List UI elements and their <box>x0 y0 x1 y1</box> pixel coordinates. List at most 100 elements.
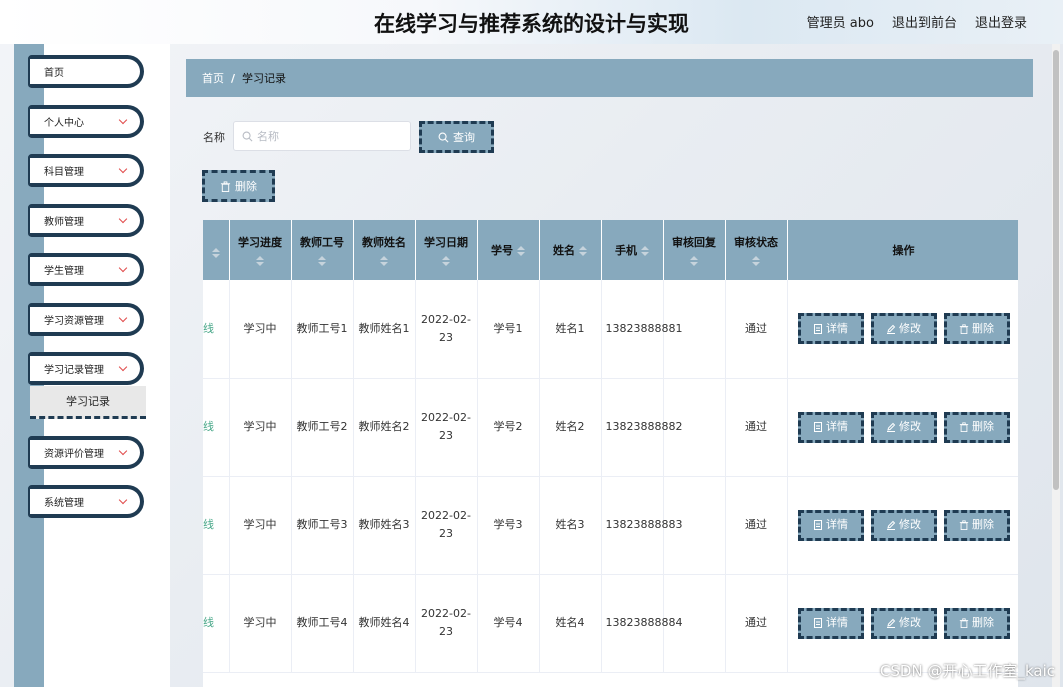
student-no-cell: 学号4 <box>477 574 540 673</box>
sort-icon[interactable] <box>517 246 525 256</box>
search-icon <box>438 132 449 143</box>
sidebar-item-teacher-management[interactable]: 教师管理 <box>28 204 144 237</box>
delete-button[interactable]: 删除 <box>943 411 1010 443</box>
progress-cell: 学习中 <box>229 476 292 575</box>
column-header-name[interactable]: 姓名 <box>539 220 602 280</box>
edit-button[interactable]: 修改 <box>870 607 937 639</box>
batch-delete-button[interactable]: 删除 <box>202 170 275 202</box>
name-cell: 姓名3 <box>539 476 602 575</box>
sidebar-item-student-management[interactable]: 学生管理 <box>28 253 144 286</box>
date-cell: 2022-02-23 <box>415 280 478 379</box>
pencil-icon <box>886 520 896 530</box>
column-header-truncated[interactable] <box>203 220 230 280</box>
edit-button[interactable]: 修改 <box>870 411 937 443</box>
pencil-icon <box>886 324 896 334</box>
teacher-id-cell: 教师工号1 <box>291 280 354 379</box>
sort-icon[interactable] <box>579 246 587 256</box>
breadcrumb-home[interactable]: 首页 <box>202 70 224 86</box>
column-header-teacher-name[interactable]: 教师姓名 <box>353 220 416 280</box>
sort-icon[interactable] <box>256 256 264 266</box>
search-field[interactable] <box>233 121 411 151</box>
edit-button[interactable]: 修改 <box>870 509 937 541</box>
teacher-name-cell: 教师姓名3 <box>353 476 416 575</box>
sort-icon[interactable] <box>690 256 698 266</box>
column-header-reply[interactable]: 审核回复 <box>663 220 726 280</box>
sidebar-item-home[interactable]: 首页 <box>28 55 144 88</box>
sidebar-item-label: 学习记录管理 <box>44 365 104 376</box>
column-header-teacher-id[interactable]: 教师工号 <box>291 220 354 280</box>
delete-button[interactable]: 删除 <box>943 509 1010 541</box>
truncated-cell[interactable]: 线 <box>203 378 230 477</box>
truncated-cell[interactable]: 线 <box>203 574 230 673</box>
date-cell: 2022-02-23 <box>415 476 478 575</box>
date-cell: 2022-02-23 <box>415 378 478 477</box>
column-header-student-no[interactable]: 学号 <box>477 220 540 280</box>
table-row: 线学习中 教师工号2 教师姓名2 2022-02-23 学号2 姓名2 1382388888… <box>203 378 1018 477</box>
query-button-label: 查询 <box>453 131 475 144</box>
sidebar-item-study-record-management[interactable]: 学习记录管理 <box>28 352 144 385</box>
detail-button[interactable]: 详情 <box>797 313 864 345</box>
table-row: 线学习中 教师工号1 教师姓名1 2022-02-23 学号1 姓名1 1382388888… <box>203 280 1018 379</box>
student-no-cell: 学号2 <box>477 378 540 477</box>
sidebar-item-personal-center[interactable]: 个人中心 <box>28 105 144 138</box>
query-button[interactable]: 查询 <box>419 121 494 153</box>
actions-cell: 详情 修改 删除 <box>787 574 1018 673</box>
column-header-progress[interactable]: 学习进度 <box>229 220 292 280</box>
actions-cell: 详情 修改 删除 <box>787 476 1018 575</box>
sidebar-item-subject-management[interactable]: 科目管理 <box>28 154 144 187</box>
sort-icon[interactable] <box>752 256 760 266</box>
teacher-id-cell: 教师工号4 <box>291 574 354 673</box>
sort-icon[interactable] <box>442 256 450 266</box>
column-header-phone[interactable]: 手机 <box>601 220 664 280</box>
sidebar-item-label: 个人中心 <box>44 118 84 129</box>
phone-cell: 13823888882 <box>601 378 682 477</box>
scrollbar-thumb[interactable] <box>1053 50 1059 490</box>
sort-icon[interactable] <box>380 256 388 266</box>
sidebar-item-system-management[interactable]: 系统管理 <box>28 485 144 518</box>
delete-button[interactable]: 删除 <box>943 607 1010 639</box>
admin-label[interactable]: 管理员 abo <box>807 12 874 31</box>
detail-button[interactable]: 详情 <box>797 607 864 639</box>
logout-link[interactable]: 退出登录 <box>975 12 1027 31</box>
sort-icon[interactable] <box>641 246 649 256</box>
column-header-actions: 操作 <box>787 220 1018 280</box>
search-label: 名称 <box>203 131 225 144</box>
column-header-status[interactable]: 审核状态 <box>725 220 788 280</box>
pencil-icon <box>886 618 896 628</box>
teacher-id-cell: 教师工号2 <box>291 378 354 477</box>
sidebar-subitem-study-record[interactable]: 学习记录 <box>30 386 146 419</box>
chevron-down-icon <box>118 495 128 505</box>
sort-icon[interactable] <box>318 256 326 266</box>
document-icon <box>813 618 823 628</box>
student-no-cell: 学号3 <box>477 476 540 575</box>
truncated-cell[interactable]: 线 <box>203 280 230 379</box>
name-cell: 姓名1 <box>539 280 602 379</box>
detail-button[interactable]: 详情 <box>797 411 864 443</box>
sidebar-item-label: 系统管理 <box>44 498 84 509</box>
delete-button[interactable]: 删除 <box>943 313 1010 345</box>
truncated-cell[interactable]: 线 <box>203 476 230 575</box>
sort-icon[interactable] <box>211 248 220 258</box>
column-header-date[interactable]: 学习日期 <box>415 220 478 280</box>
chevron-down-icon <box>118 362 128 372</box>
sidebar-item-label: 资源评价管理 <box>44 449 104 460</box>
header-nav: 管理员 abo 退出到前台 退出登录 <box>807 12 1027 31</box>
status-cell: 通过 <box>725 574 788 673</box>
table-row: 线学习中 教师工号3 教师姓名3 2022-02-23 学号3 姓名3 1382388888… <box>203 476 1018 575</box>
search-input[interactable] <box>257 129 397 143</box>
chevron-down-icon <box>118 446 128 456</box>
teacher-id-cell: 教师工号3 <box>291 476 354 575</box>
teacher-name-cell: 教师姓名1 <box>353 280 416 379</box>
back-to-front-link[interactable]: 退出到前台 <box>892 12 957 31</box>
sidebar-item-resource-management[interactable]: 学习资源管理 <box>28 303 144 336</box>
detail-button[interactable]: 详情 <box>797 509 864 541</box>
edit-button[interactable]: 修改 <box>870 313 937 345</box>
page-scrollbar[interactable] <box>1052 44 1060 687</box>
chevron-down-icon <box>118 313 128 323</box>
top-header: 在线学习与推荐系统的设计与实现 管理员 abo 退出到前台 退出登录 <box>0 0 1063 44</box>
sidebar-item-label: 科目管理 <box>44 167 84 178</box>
name-cell: 姓名2 <box>539 378 602 477</box>
sidebar-item-resource-review-management[interactable]: 资源评价管理 <box>28 436 144 469</box>
status-cell: 通过 <box>725 280 788 379</box>
trash-icon <box>959 618 969 628</box>
